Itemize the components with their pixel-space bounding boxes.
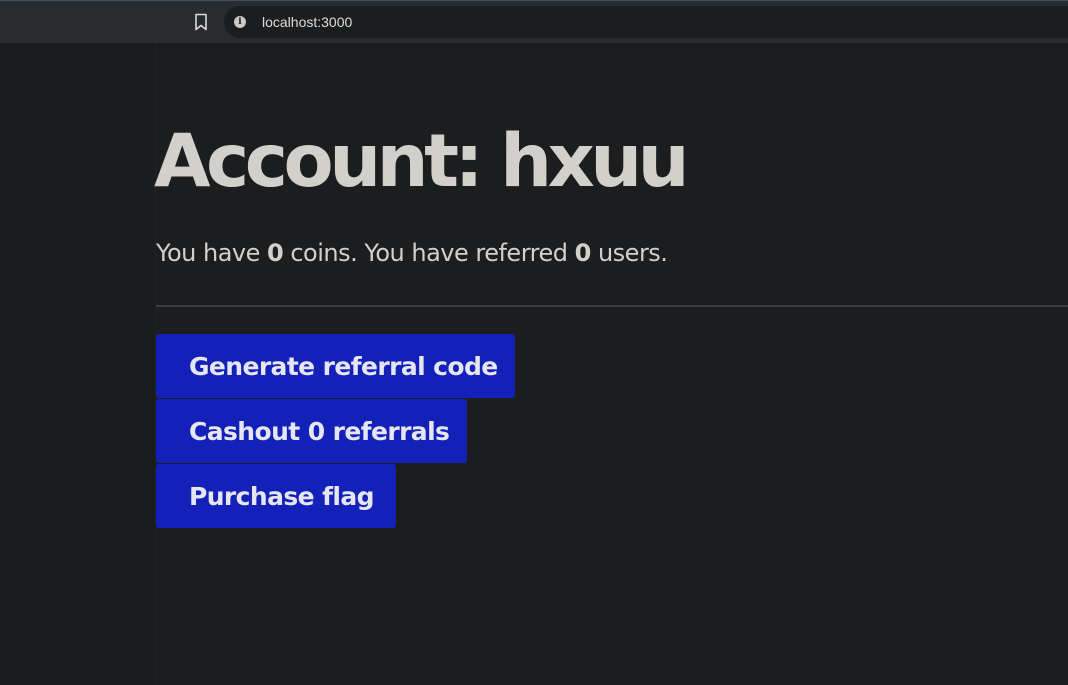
browser-toolbar: i localhost:3000 xyxy=(0,0,1068,43)
page-title: Account: hxuu xyxy=(154,119,690,204)
divider xyxy=(156,305,1068,307)
coin-count: 0 xyxy=(267,239,284,267)
address-bar[interactable]: i localhost:3000 xyxy=(224,6,1068,38)
bookmark-icon[interactable] xyxy=(190,11,212,33)
page-content: Account: hxuu You have 0 coins. You have… xyxy=(154,43,1068,685)
stats-suffix: users. xyxy=(590,239,668,267)
account-stats: You have 0 coins. You have referred 0 us… xyxy=(156,237,668,269)
purchase-flag-button[interactable]: Purchase flag xyxy=(156,464,396,528)
generate-referral-code-button[interactable]: Generate referral code xyxy=(156,334,515,398)
stats-prefix: You have xyxy=(156,239,268,267)
referral-count: 0 xyxy=(574,239,592,267)
cashout-referrals-button[interactable]: Cashout 0 referrals xyxy=(156,399,467,463)
info-icon[interactable]: i xyxy=(234,16,246,28)
url-text[interactable]: localhost:3000 xyxy=(262,14,352,30)
stats-middle: coins. You have referred xyxy=(283,239,575,267)
